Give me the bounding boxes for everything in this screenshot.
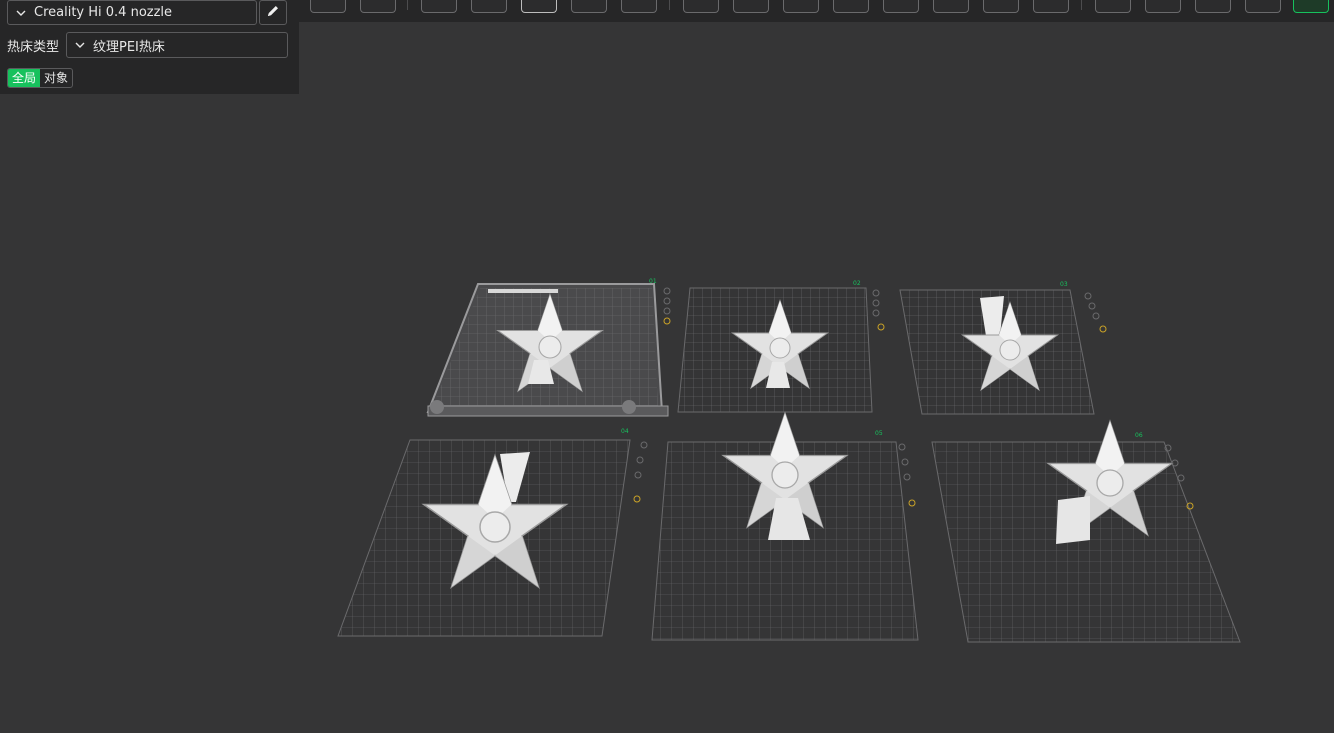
chevron-down-icon <box>8 10 34 16</box>
plate-04[interactable]: 04 <box>337 428 631 637</box>
tab-object[interactable]: 对象 <box>40 69 72 87</box>
plate-05[interactable]: 05 <box>651 412 919 641</box>
text-tool-button[interactable] <box>1033 0 1069 13</box>
edit-printer-button[interactable] <box>259 0 287 25</box>
keyboard-shortcuts-button[interactable] <box>360 0 396 13</box>
split-objects-button[interactable] <box>621 0 657 13</box>
plate-number: 05 <box>875 430 883 437</box>
explode-view-button[interactable] <box>1293 0 1329 13</box>
assembly-view-button[interactable] <box>1145 0 1181 13</box>
toolbar-separator <box>1081 0 1082 10</box>
slice-view-button[interactable] <box>1195 0 1231 13</box>
scale-tool-button[interactable] <box>783 0 819 13</box>
top-toolbar <box>299 0 1334 22</box>
toolbar-separator <box>407 0 408 10</box>
bed-type-value: 纹理PEI热床 <box>93 39 165 55</box>
rotate-tool-button[interactable] <box>733 0 769 13</box>
3d-viewport[interactable]: 01 02 03 04 05 06 <box>299 22 1334 733</box>
plate-number: 06 <box>1135 432 1143 439</box>
arrange-button[interactable] <box>571 0 607 13</box>
plate-number: 01 <box>649 278 657 285</box>
lay-on-face-button[interactable] <box>833 0 869 13</box>
move-tool-button[interactable] <box>683 0 719 13</box>
toolbar-separator <box>669 0 670 10</box>
settings-panel: Creality Hi 0.4 nozzle 热床类型 纹理PEI热床 全局 对… <box>0 0 299 94</box>
plate-number: 03 <box>1060 281 1068 288</box>
plate-logo <box>488 289 558 293</box>
bed-type-label: 热床类型 <box>7 40 60 55</box>
plate-01[interactable]: 01 <box>426 278 669 417</box>
plate-06[interactable]: 06 <box>931 420 1241 643</box>
support-paint-button[interactable] <box>933 0 969 13</box>
add-object-button[interactable] <box>421 0 457 13</box>
chevron-down-icon <box>67 42 93 48</box>
plate-03[interactable]: 03 <box>899 281 1095 415</box>
bed-type-select[interactable]: 纹理PEI热床 <box>66 32 288 58</box>
measure-tool-button[interactable] <box>1095 0 1131 13</box>
seam-paint-button[interactable] <box>983 0 1019 13</box>
plate-02[interactable]: 02 <box>677 280 873 413</box>
auto-orient-button[interactable] <box>521 0 557 13</box>
printer-select[interactable]: Creality Hi 0.4 nozzle <box>7 0 257 25</box>
pencil-icon <box>266 4 280 22</box>
add-plate-button[interactable] <box>471 0 507 13</box>
cut-tool-button[interactable] <box>883 0 919 13</box>
printer-select-value: Creality Hi 0.4 nozzle <box>34 5 173 20</box>
plate-number: 02 <box>853 280 861 287</box>
plate-number: 04 <box>621 428 629 435</box>
view-cube-button[interactable] <box>310 0 346 13</box>
mode-tabs: 全局 对象 <box>7 68 74 88</box>
view-settings-button[interactable] <box>1245 0 1281 13</box>
tab-global[interactable]: 全局 <box>8 69 41 87</box>
